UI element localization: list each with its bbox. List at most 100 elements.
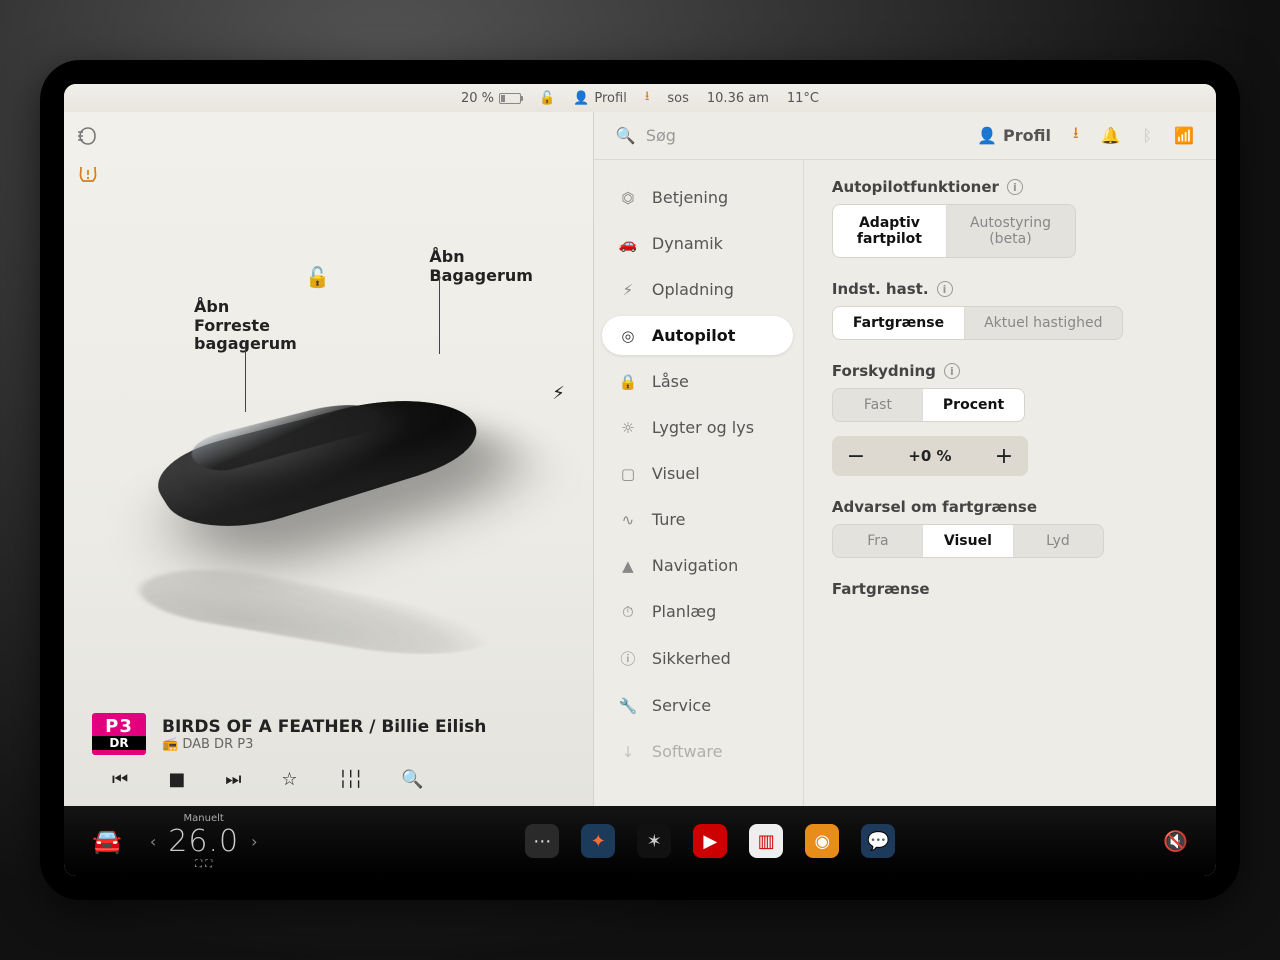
- battery-status[interactable]: 20 %: [461, 91, 521, 106]
- autopilot-functions-section: Autopilotfunktioneri Adaptiv fartpilot A…: [832, 178, 1188, 258]
- title-text: Forskydning: [832, 362, 936, 380]
- profile-button[interactable]: 👤 Profil: [977, 126, 1051, 145]
- temp-up-button[interactable]: ›: [251, 832, 257, 851]
- section-title: Autopilotfunktioneri: [832, 178, 1188, 196]
- update-icon[interactable]: ⭳: [1073, 122, 1079, 149]
- opt-fixed[interactable]: Fast: [833, 389, 923, 421]
- profile-status[interactable]: 👤 Profil: [573, 91, 627, 106]
- set-speed-section: Indst. hast. i Fartgrænse Aktuel hastighe…: [832, 280, 1188, 340]
- title-text: Indst. hast.: [832, 280, 929, 298]
- status-bar: 20 % 🔓 👤 Profil ⭳ sos 10.36 am 11°C: [64, 84, 1216, 112]
- opt-current-speed[interactable]: Aktuel hastighed: [964, 307, 1122, 339]
- download-icon[interactable]: ⭳: [645, 87, 650, 109]
- mute-button[interactable]: 🔇: [1163, 829, 1188, 853]
- sos-label[interactable]: sos: [667, 91, 689, 106]
- menu-dynamik[interactable]: 🚗Dynamik: [602, 224, 793, 263]
- cellular-icon[interactable]: 📶: [1174, 126, 1194, 145]
- search-input[interactable]: 🔍 Søg: [616, 126, 959, 145]
- charge-bolt-icon[interactable]: ⚡: [552, 383, 565, 404]
- info-icon[interactable]: i: [937, 281, 953, 297]
- menu-label: Software: [652, 742, 723, 761]
- display-icon: ▢: [618, 465, 638, 483]
- opt-percent[interactable]: Procent: [923, 389, 1024, 421]
- profile-label: Profil: [594, 91, 626, 106]
- app-youtube[interactable]: ▶: [693, 824, 727, 858]
- frunk-button[interactable]: Åbn Forreste bagagerum: [194, 280, 297, 372]
- climate-control[interactable]: ‹ Manuelt 26.0 ⛶ ⛶ ›: [150, 813, 258, 870]
- menu-label: Autopilot: [652, 326, 735, 345]
- opt-adaptive-cruise[interactable]: Adaptiv fartpilot: [833, 205, 946, 257]
- menu-label: Visuel: [652, 464, 700, 483]
- section-title: Forskydning i: [832, 362, 1188, 380]
- climate-mode: Manuelt: [168, 813, 239, 824]
- menu-planlaeg[interactable]: ⏱Planlæg: [602, 592, 793, 631]
- prev-button[interactable]: ⏮: [112, 769, 128, 790]
- favorite-button[interactable]: ☆: [281, 769, 297, 790]
- badge-top: P3: [105, 718, 133, 736]
- menu-betjening[interactable]: ⏣ Betjening: [602, 178, 793, 217]
- menu-opladning[interactable]: ⚡Opladning: [602, 270, 793, 309]
- opt-autosteer[interactable]: Autostyring (beta): [946, 205, 1075, 257]
- menu-visuel[interactable]: ▢ Visuel: [602, 454, 793, 493]
- app-audible[interactable]: ◉: [805, 824, 839, 858]
- set-speed-toggle: Fartgrænse Aktuel hastighed: [832, 306, 1124, 340]
- opt-off[interactable]: Fra: [833, 525, 923, 557]
- car-reflection: [122, 556, 524, 663]
- outside-temp: 11°C: [787, 91, 819, 106]
- media-search-button[interactable]: 🔍: [401, 769, 423, 790]
- climate-temp: 26.0: [168, 824, 239, 859]
- info-icon[interactable]: i: [1007, 179, 1023, 195]
- menu-lygter[interactable]: ☼ Lygter og lys: [602, 408, 793, 447]
- menu-label: Navigation: [652, 556, 738, 575]
- app-calendar[interactable]: ▥: [749, 824, 783, 858]
- left-panel: Åbn Forreste bagagerum Åbn Bagagerum 🔓 ⚡…: [64, 112, 594, 806]
- next-button[interactable]: ⏭: [225, 769, 241, 790]
- safety-icon: ⓘ: [618, 648, 638, 669]
- search-row: 🔍 Søg 👤 Profil ⭳ 🔔 ᛒ 📶: [594, 112, 1216, 160]
- section-title: Indst. hast. i: [832, 280, 1188, 298]
- trips-icon: ∿: [618, 511, 638, 529]
- nav-icon: ▲: [618, 557, 638, 575]
- equalizer-button[interactable]: ╎╎╎: [338, 769, 362, 790]
- media-info[interactable]: P3 DR BIRDS OF A FEATHER / Billie Eilish…: [64, 701, 593, 763]
- menu-sikkerhed[interactable]: ⓘSikkerhed: [602, 638, 793, 679]
- menu-label: Betjening: [652, 188, 728, 207]
- car-visualization[interactable]: Åbn Forreste bagagerum Åbn Bagagerum 🔓 ⚡: [64, 112, 593, 701]
- offset-decrease-button[interactable]: −: [832, 436, 880, 476]
- trunk-button[interactable]: Åbn Bagagerum: [429, 230, 533, 304]
- app-more[interactable]: ⋯: [525, 824, 559, 858]
- opt-speed-limit[interactable]: Fartgrænse: [833, 307, 964, 339]
- menu-autopilot[interactable]: ◎Autopilot: [602, 316, 793, 355]
- app-messages[interactable]: 💬: [861, 824, 895, 858]
- offset-section: Forskydningi Fast Procent − +0 % +: [832, 362, 1188, 476]
- opt-visual[interactable]: Visuel: [923, 525, 1013, 557]
- menu-ture[interactable]: ∿Ture: [602, 500, 793, 539]
- offset-increase-button[interactable]: +: [980, 436, 1028, 476]
- menu-label: Opladning: [652, 280, 734, 299]
- menu-service[interactable]: 🔧Service: [602, 686, 793, 725]
- stop-button[interactable]: ■: [168, 769, 185, 790]
- car-unlock-icon[interactable]: 🔓: [305, 265, 330, 289]
- controls-icon: ⏣: [618, 189, 638, 207]
- app-nav[interactable]: ✦: [581, 824, 615, 858]
- car-app-icon[interactable]: 🚘: [92, 827, 122, 855]
- station-badge: P3 DR: [92, 713, 146, 755]
- tablet-frame: 20 % 🔓 👤 Profil ⭳ sos 10.36 am 11°C: [40, 60, 1240, 900]
- bluetooth-icon[interactable]: ᛒ: [1142, 126, 1152, 145]
- opt-sound[interactable]: Lyd: [1013, 525, 1103, 557]
- speed-warning-section: Advarsel om fartgrænse Fra Visuel Lyd: [832, 498, 1188, 558]
- app-media[interactable]: ✶: [637, 824, 671, 858]
- car-icon: 🚗: [618, 235, 638, 253]
- light-icon: ☼: [618, 419, 638, 437]
- menu-software[interactable]: ↓Software: [602, 732, 793, 771]
- info-icon[interactable]: i: [944, 363, 960, 379]
- menu-navigation[interactable]: ▲ Navigation: [602, 546, 793, 585]
- bell-icon[interactable]: 🔔: [1101, 126, 1121, 145]
- unlock-icon[interactable]: 🔓: [539, 91, 555, 106]
- menu-lase[interactable]: 🔒Låse: [602, 362, 793, 401]
- menu-label: Lygter og lys: [652, 418, 754, 437]
- temp-down-button[interactable]: ‹: [150, 832, 156, 851]
- person-icon: 👤: [977, 126, 997, 145]
- content-split: Åbn Forreste bagagerum Åbn Bagagerum 🔓 ⚡…: [64, 112, 1216, 806]
- person-icon: 👤: [573, 91, 589, 106]
